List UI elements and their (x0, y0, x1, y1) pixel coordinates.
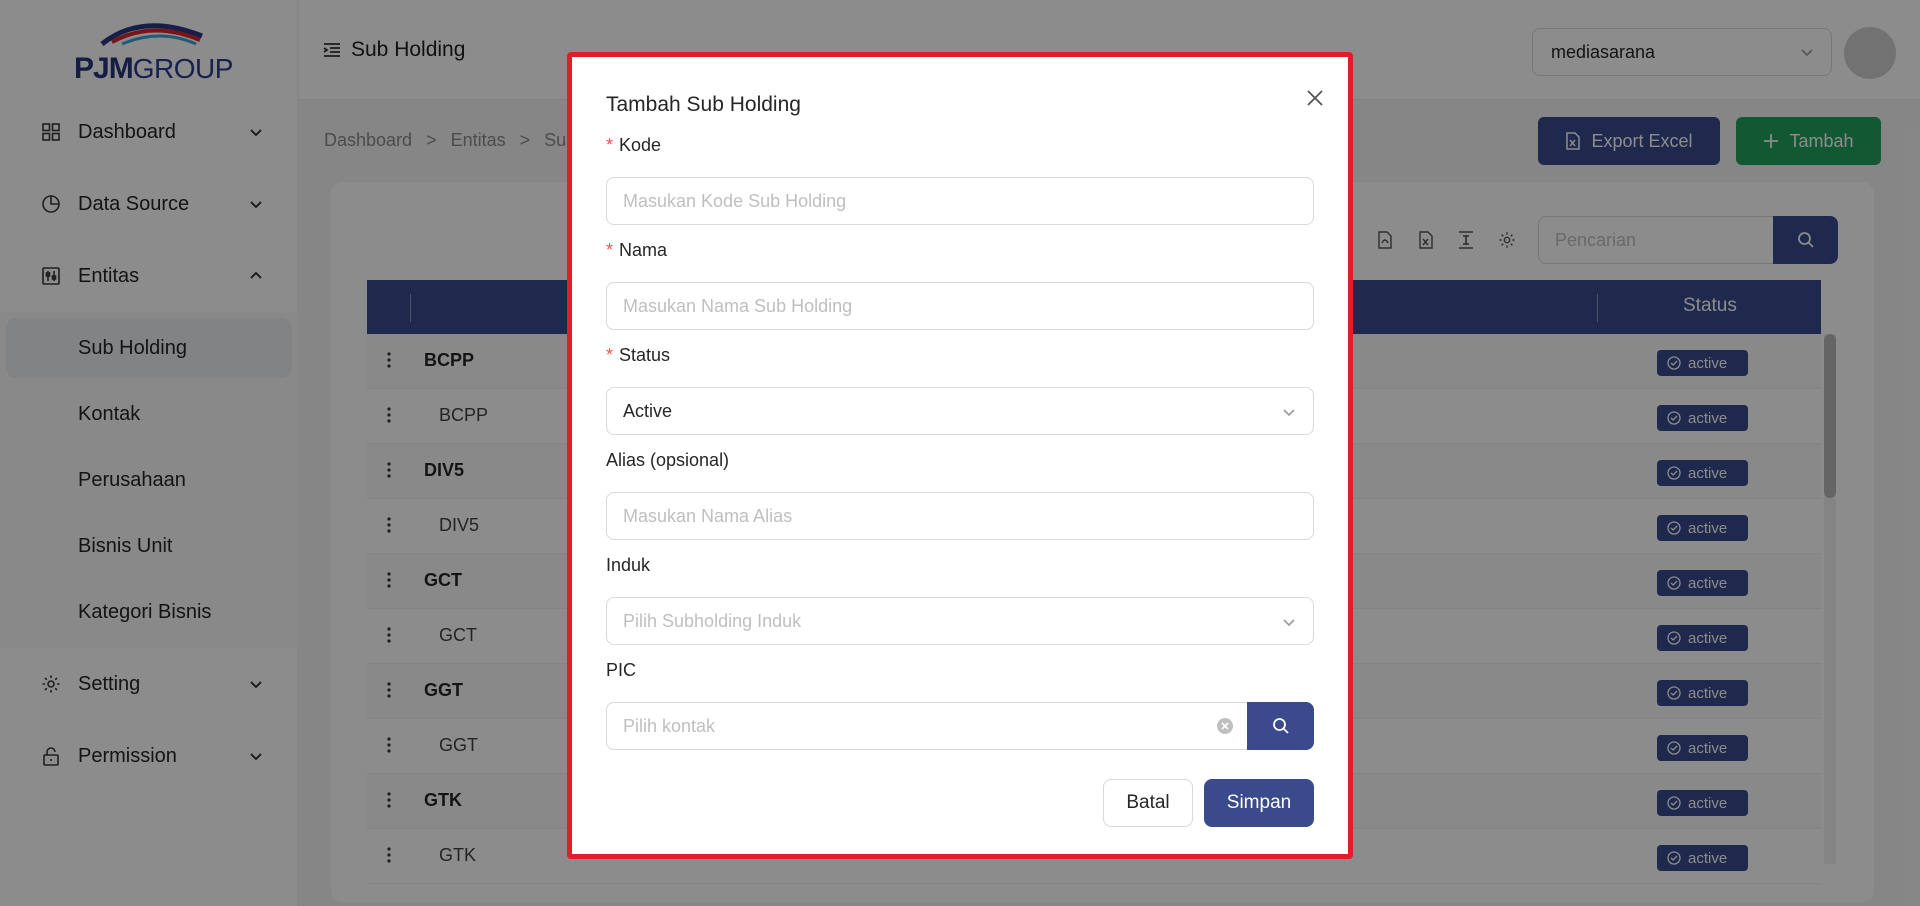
pic-input[interactable]: Pilih kontak (606, 702, 1248, 750)
pic-search-button[interactable] (1247, 702, 1314, 750)
required-mark: * (606, 345, 614, 365)
status-label: * Status (606, 345, 670, 366)
kode-label-text: Kode (619, 135, 662, 155)
nama-label-text: Nama (619, 240, 668, 260)
pic-label: PIC (606, 660, 637, 680)
status-select-value: Active (623, 400, 673, 421)
induk-label: Induk (606, 555, 651, 575)
status-label-text: Status (619, 345, 671, 365)
induk-select-placeholder: Pilih Subholding Induk (623, 610, 802, 631)
nama-input[interactable]: Masukan Nama Sub Holding (606, 282, 1314, 330)
save-button[interactable]: Simpan (1204, 779, 1314, 827)
chevron-down-icon (1283, 619, 1295, 627)
nama-label: * Nama (606, 240, 667, 261)
kode-input[interactable]: Masukan Kode Sub Holding (606, 177, 1314, 225)
clear-circle-icon[interactable] (1215, 716, 1235, 736)
kode-label: * Kode (606, 135, 661, 156)
pic-input-placeholder: Pilih kontak (623, 715, 716, 736)
induk-select[interactable]: Pilih Subholding Induk (606, 597, 1314, 645)
modal-title: Tambah Sub Holding (606, 93, 801, 116)
add-sub-holding-modal: Tambah Sub Holding * Kode Masukan Kode Su… (567, 52, 1353, 859)
alias-input[interactable]: Masukan Nama Alias (606, 492, 1314, 540)
required-mark: * (606, 240, 614, 260)
chevron-down-icon (1283, 409, 1295, 417)
status-select[interactable]: Active (606, 387, 1314, 435)
alias-label: Alias (opsional) (606, 450, 730, 470)
close-icon[interactable] (1304, 87, 1326, 109)
cancel-button[interactable]: Batal (1103, 779, 1193, 827)
search-icon (1272, 718, 1289, 734)
required-mark: * (606, 135, 614, 155)
